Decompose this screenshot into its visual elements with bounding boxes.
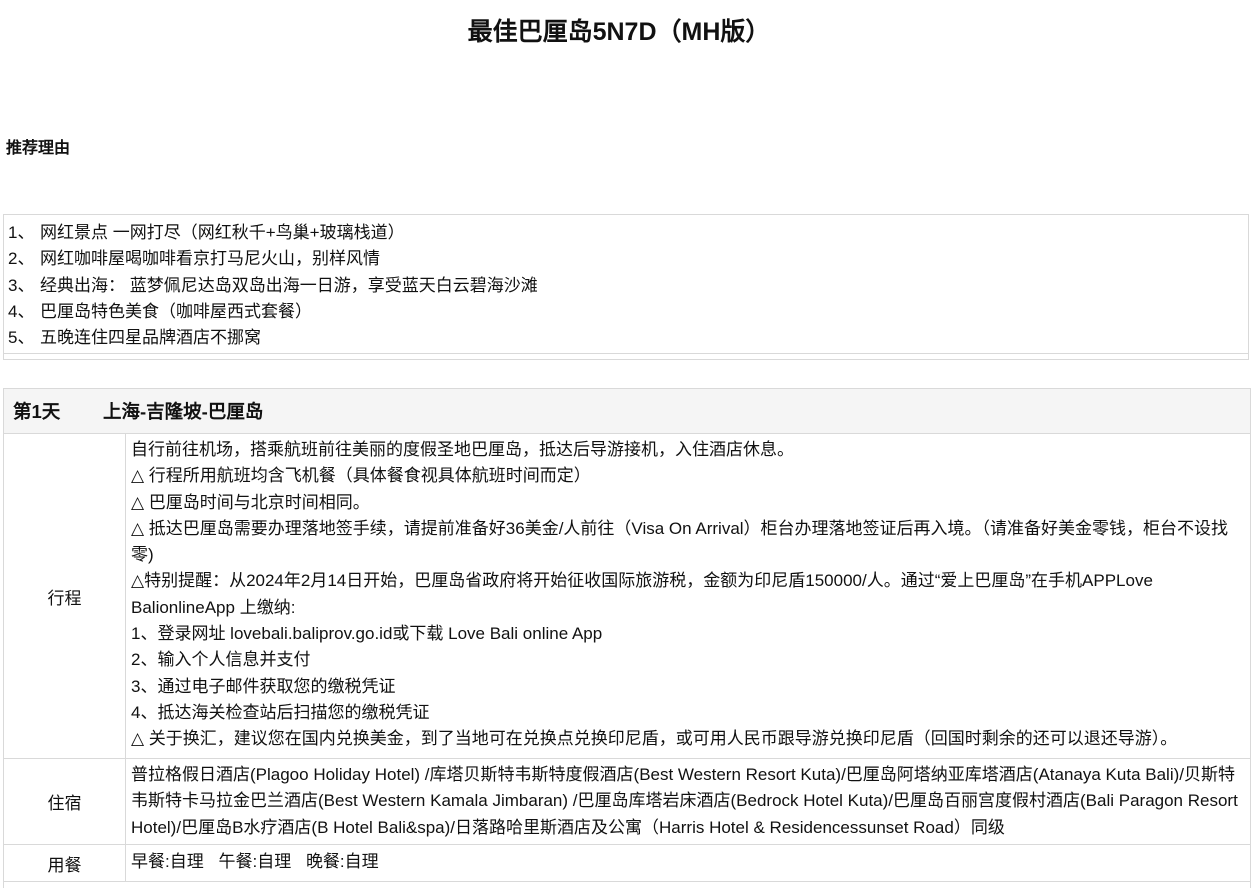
recommend-item-text: 网红景点 一网打尽（网红秋千+鸟巢+玻璃栈道）: [40, 223, 405, 242]
recommend-box: 1、 网红景点 一网打尽（网红秋千+鸟巢+玻璃栈道） 2、 网红咖啡屋喝咖啡看京打马…: [3, 214, 1249, 360]
itinerary-line: △ 关于换汇，建议您在国内兑换美金，到了当地可在兑换点兑换印尼盾，或可用人民币跟…: [131, 729, 1178, 749]
hotel-label: 住宿: [4, 759, 126, 844]
recommend-item-number: 2、: [8, 249, 35, 269]
itinerary-line: 4、抵达海关检查站后扫描您的缴税凭证: [131, 702, 430, 722]
recommend-item: 4、 巴厘岛特色美食（咖啡屋西式套餐）: [8, 299, 1248, 325]
day-1-header: 第1天 上海-吉隆坡-巴厘岛: [4, 389, 1250, 434]
recommend-item: 2、 网红咖啡屋喝咖啡看京打马尼火山，别样风情: [8, 246, 1248, 272]
day-route: 上海-吉隆坡-巴厘岛: [103, 401, 264, 422]
meals-row: 用餐 早餐:自理 午餐:自理 晚餐:自理: [4, 845, 1250, 882]
recommend-item-number: 1、: [8, 223, 35, 242]
itinerary-row: 行程 自行前往机场，搭乘航班前往美丽的度假圣地巴厘岛，抵达后导游接机，入住酒店休…: [4, 434, 1250, 759]
recommend-item: 3、 经典出海： 蓝梦佩尼达岛双岛出海一日游，享受蓝天白云碧海沙滩: [8, 273, 1248, 299]
recommend-item: 1、 网红景点 一网打尽（网红秋千+鸟巢+玻璃栈道）: [8, 220, 1248, 246]
page-title: 最佳巴厘岛5N7D（MH版）: [467, 18, 771, 46]
recommend-item-text: 网红咖啡屋喝咖啡看京打马尼火山，别样风情: [40, 249, 380, 269]
itinerary-label: 行程: [4, 434, 126, 758]
itinerary-line: △特别提醒：从2024年2月14日开始，巴厘岛省政府将开始征收国际旅游税，金额为…: [131, 571, 1153, 617]
recommend-item: 5、 五晚连住四星品牌酒店不挪窝: [8, 325, 1248, 351]
day-number: 第1天: [13, 401, 61, 422]
meals-label: 用餐: [4, 845, 126, 881]
itinerary-line: 1、登录网址 lovebali.baliprov.go.id或下载 Love B…: [131, 624, 603, 644]
recommend-list: 1、 网红景点 一网打尽（网红秋千+鸟巢+玻璃栈道） 2、 网红咖啡屋喝咖啡看京打马…: [4, 215, 1248, 351]
recommend-heading: 推荐理由: [6, 140, 71, 157]
recommend-item-text: 经典出海： 蓝梦佩尼达岛双岛出海一日游，享受蓝天白云碧海沙滩: [40, 275, 538, 295]
recommend-item-number: 4、: [8, 301, 35, 321]
hotel-row: 住宿 普拉格假日酒店(Plagoo Holiday Hotel) /库塔贝斯特韦…: [4, 759, 1250, 845]
itinerary-content: 自行前往机场，搭乘航班前往美丽的度假圣地巴厘岛，抵达后导游接机，入住酒店休息。 …: [126, 434, 1250, 758]
breakfast-text: 早餐:自理: [131, 852, 204, 871]
dinner-text: 晚餐:自理: [305, 852, 379, 871]
itinerary-line: 自行前往机场，搭乘航班前往美丽的度假圣地巴厘岛，抵达后导游接机，入住酒店休息。: [131, 440, 794, 459]
lunch-text: 午餐:自理: [218, 852, 292, 871]
recommend-item-number: 5、: [8, 328, 35, 348]
day-1-table: 第1天 上海-吉隆坡-巴厘岛 行程 自行前往机场，搭乘航班前往美丽的度假圣地巴厘…: [3, 388, 1251, 888]
recommend-divider: [4, 353, 1248, 354]
hotel-content: 普拉格假日酒店(Plagoo Holiday Hotel) /库塔贝斯特韦斯特度…: [131, 765, 1238, 837]
recommend-item-text: 五晚连住四星品牌酒店不挪窝: [40, 328, 261, 348]
itinerary-line: △ 行程所用航班均含飞机餐（具体餐食视具体航班时间而定）: [131, 466, 591, 486]
itinerary-line: △ 抵达巴厘岛需要办理落地签手续，请提前准备好36美金/人前往（Visa On …: [131, 518, 1229, 565]
recommend-item-text: 巴厘岛特色美食（咖啡屋西式套餐）: [40, 301, 312, 321]
itinerary-line: △ 巴厘岛时间与北京时间相同。: [131, 492, 370, 512]
meals-content: 早餐:自理 午餐:自理 晚餐:自理: [126, 845, 1250, 881]
itinerary-line: 2、输入个人信息并支付: [131, 650, 311, 670]
itinerary-line: 3、通过电子邮件获取您的缴税凭证: [131, 676, 396, 696]
recommend-item-number: 3、: [8, 275, 35, 295]
